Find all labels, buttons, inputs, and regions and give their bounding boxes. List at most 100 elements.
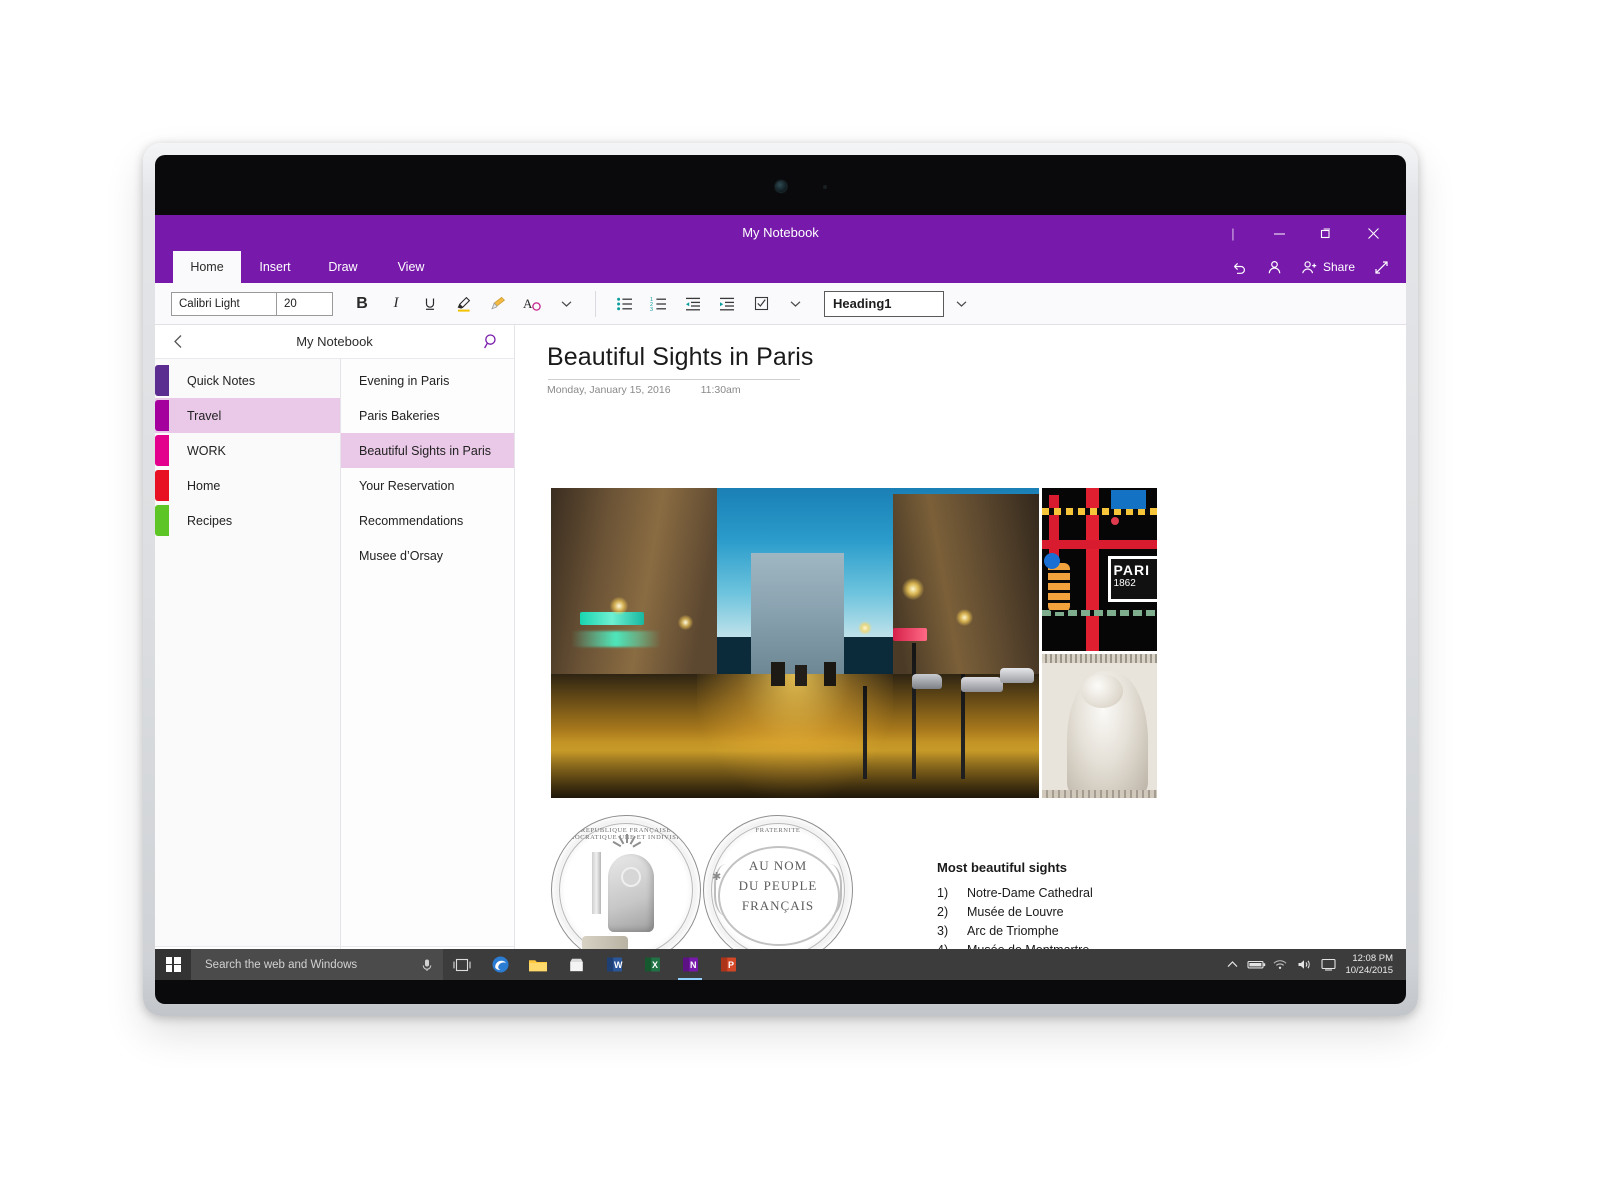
- parked-car: [999, 667, 1034, 683]
- coin-left: REPUBLIQUE FRANÇAISE DEMOCRATIQUE UNE ET…: [551, 815, 701, 965]
- clock-date: 10/24/2015: [1345, 964, 1393, 976]
- numbered-list-icon: 1 2 3: [650, 297, 666, 312]
- section-item-quick-notes[interactable]: Quick Notes: [155, 363, 340, 398]
- font-name-input[interactable]: Calibri Light: [172, 293, 276, 315]
- powerpoint-icon[interactable]: P: [709, 949, 747, 980]
- file-explorer-icon[interactable]: [519, 949, 557, 980]
- search-placeholder: Search the web and Windows: [205, 958, 358, 971]
- section-item-work[interactable]: WORK: [155, 433, 340, 468]
- font-color-button[interactable]: A: [515, 289, 549, 319]
- word-icon[interactable]: W: [595, 949, 633, 980]
- battery-icon[interactable]: [1244, 949, 1268, 980]
- page-list: Evening in Paris Paris Bakeries Beautifu…: [341, 359, 514, 946]
- section-label: WORK: [187, 443, 226, 458]
- coin-right-inscription: FRATERNITE: [755, 827, 801, 834]
- bulleted-list-button[interactable]: [608, 289, 642, 319]
- todo-tag-button[interactable]: [744, 289, 778, 319]
- italic-button[interactable]: I: [379, 289, 413, 319]
- chevron-left-icon: [173, 335, 181, 348]
- page-date[interactable]: Monday, January 15, 2016: [547, 384, 671, 396]
- page-item-beautiful-sights-in-paris[interactable]: Beautiful Sights in Paris: [341, 433, 514, 468]
- undo-icon: [1233, 262, 1245, 274]
- page-time[interactable]: 11:30am: [701, 384, 741, 396]
- sight-number: 2): [937, 905, 949, 919]
- restore-button[interactable]: [1302, 215, 1348, 251]
- statue-head: [1081, 674, 1124, 709]
- expand-button[interactable]: [1365, 251, 1398, 283]
- french-coins-engraving[interactable]: REPUBLIQUE FRANÇAISE DEMOCRATIQUE UNE ET…: [551, 815, 861, 965]
- font-size-input[interactable]: 20: [276, 292, 332, 315]
- section-item-recipes[interactable]: Recipes: [155, 503, 340, 538]
- windows-logo-icon: [165, 957, 181, 972]
- wifi-icon[interactable]: [1268, 949, 1292, 980]
- volume-icon[interactable]: [1292, 949, 1316, 980]
- text-style-group: B I A: [345, 289, 583, 319]
- tab-home[interactable]: Home: [173, 251, 241, 283]
- back-button[interactable]: [165, 334, 191, 349]
- page-image-group[interactable]: PARI 1862: [551, 488, 1157, 798]
- sight-number: 3): [937, 924, 949, 938]
- section-item-home[interactable]: Home: [155, 468, 340, 503]
- font-more-button[interactable]: [549, 289, 583, 319]
- coin-star-icon: ✱: [712, 871, 722, 883]
- style-more-button[interactable]: [944, 289, 978, 319]
- coin-seated-figure: [608, 854, 655, 933]
- page-item-paris-bakeries[interactable]: Paris Bakeries: [341, 398, 514, 433]
- minimize-button[interactable]: [1256, 215, 1302, 251]
- paragraph-style-select[interactable]: Heading1: [824, 290, 944, 317]
- svg-text:P: P: [728, 960, 734, 970]
- page-item-evening-in-paris[interactable]: Evening in Paris: [341, 363, 514, 398]
- increase-indent-button[interactable]: [710, 289, 744, 319]
- pedestrian: [824, 661, 837, 687]
- show-hidden-icons-icon[interactable]: [1220, 949, 1244, 980]
- clock-time: 12:08 PM: [1352, 952, 1393, 964]
- pedestrian: [770, 661, 786, 687]
- close-button[interactable]: [1350, 215, 1396, 251]
- most-beautiful-sights-block[interactable]: Most beautiful sights 1) Notre-Dame Cath…: [937, 860, 1267, 960]
- page-item-your-reservation[interactable]: Your Reservation: [341, 468, 514, 503]
- windows-taskbar: Search the web and Windows W X N P 12:08…: [155, 949, 1406, 980]
- paris-street-at-night-photo[interactable]: [551, 488, 1039, 798]
- stained-glass-paris-sign-photo[interactable]: PARI 1862: [1042, 488, 1157, 651]
- share-icon: [1302, 260, 1317, 273]
- font-color-icon: A: [523, 296, 541, 311]
- store-icon[interactable]: [557, 949, 595, 980]
- statue-base: [1042, 790, 1157, 798]
- page-item-recommendations[interactable]: Recommendations: [341, 503, 514, 538]
- clock[interactable]: 12:08 PM 10/24/2015: [1340, 949, 1402, 980]
- page-title[interactable]: Beautiful Sights in Paris: [547, 343, 1406, 372]
- share-button[interactable]: Share: [1293, 251, 1363, 283]
- highlighter-icon: [457, 296, 471, 312]
- excel-icon[interactable]: X: [633, 949, 671, 980]
- task-view-icon[interactable]: [443, 949, 481, 980]
- pedestrian: [795, 664, 808, 687]
- onenote-icon[interactable]: N: [671, 949, 709, 980]
- microphone-icon[interactable]: [419, 958, 435, 972]
- edge-icon[interactable]: [481, 949, 519, 980]
- format-painter-button[interactable]: [481, 289, 515, 319]
- search-input[interactable]: Search the web and Windows: [191, 949, 443, 980]
- front-camera-icon: [775, 181, 786, 192]
- search-button[interactable]: [478, 333, 504, 350]
- glass-blue-pane: [1111, 489, 1146, 510]
- section-item-travel[interactable]: Travel: [155, 398, 340, 433]
- section-label: Quick Notes: [187, 373, 256, 388]
- shop-glow: [570, 630, 661, 647]
- account-button[interactable]: [1258, 251, 1291, 283]
- underline-button[interactable]: [413, 289, 447, 319]
- tags-more-button[interactable]: [778, 289, 812, 319]
- tab-draw[interactable]: Draw: [309, 251, 377, 283]
- action-center-icon[interactable]: [1316, 949, 1340, 980]
- ribbon-tab-bar: Home Insert Draw View Share: [155, 251, 1406, 283]
- start-button[interactable]: [155, 949, 191, 980]
- tab-insert[interactable]: Insert: [241, 251, 309, 283]
- page-item-musee-dorsay[interactable]: Musee d’Orsay: [341, 538, 514, 573]
- decrease-indent-button[interactable]: [676, 289, 710, 319]
- marble-statue-photo[interactable]: [1042, 654, 1157, 798]
- tab-view[interactable]: View: [377, 251, 445, 283]
- highlight-button[interactable]: [447, 289, 481, 319]
- numbered-list-button[interactable]: 1 2 3: [642, 289, 676, 319]
- bold-button[interactable]: B: [345, 289, 379, 319]
- section-label: Travel: [187, 408, 222, 423]
- undo-button[interactable]: [1223, 251, 1256, 283]
